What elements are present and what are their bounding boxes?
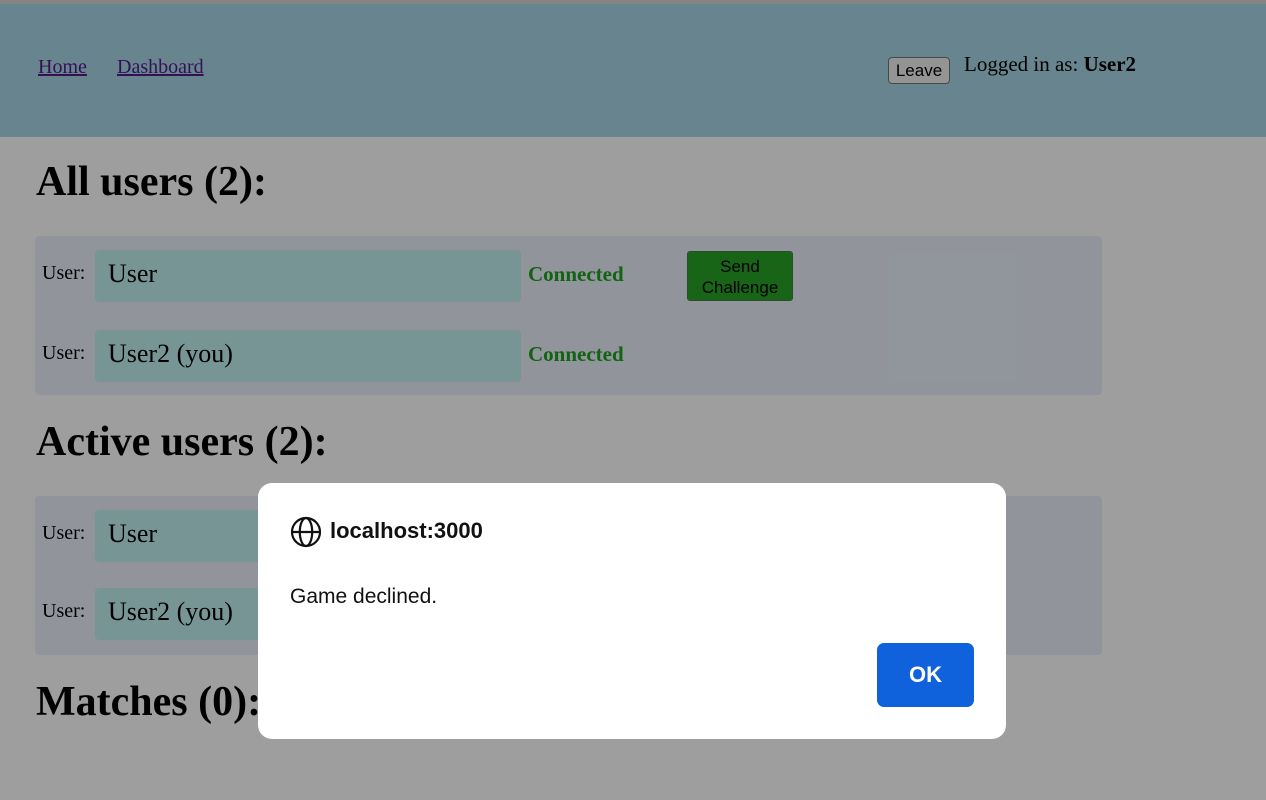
alert-dialog: localhost:3000 Game declined. OK bbox=[258, 483, 1006, 739]
dialog-message: Game declined. bbox=[290, 585, 438, 608]
dialog-origin: localhost:3000 bbox=[330, 518, 483, 543]
globe-icon bbox=[290, 516, 322, 548]
ok-button[interactable]: OK bbox=[877, 643, 974, 707]
